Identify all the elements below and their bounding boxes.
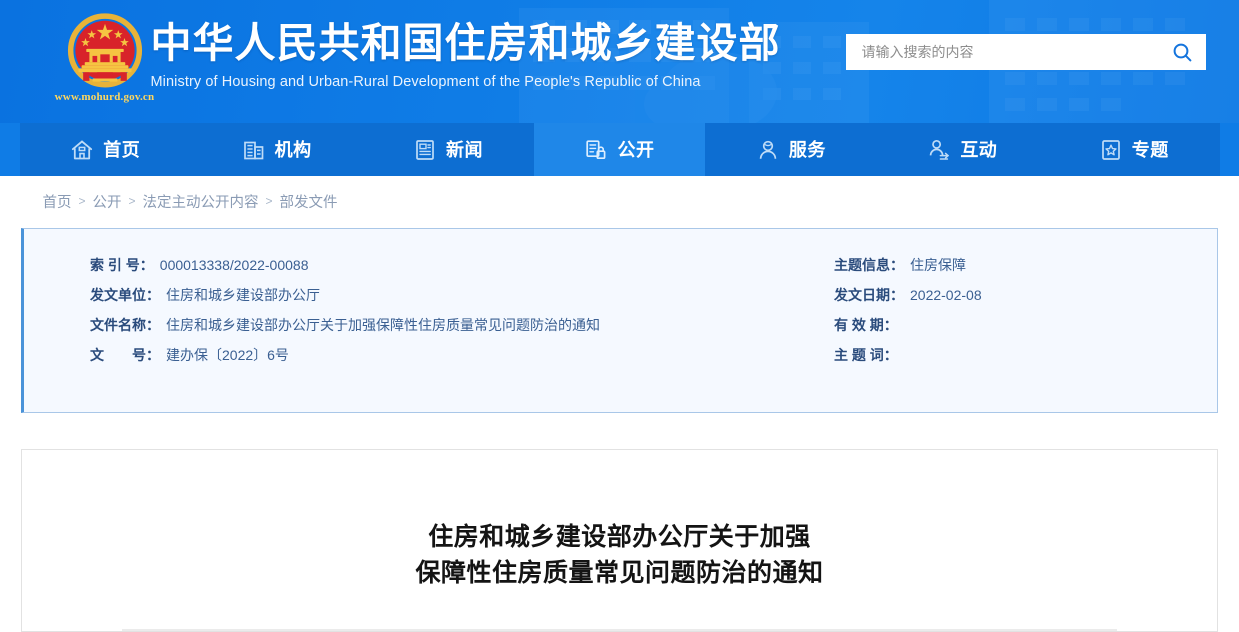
breadcrumb-item-ministry-documents: 部发文件 <box>279 194 338 211</box>
metadata-row-topic-info: 主题信息： 住房保障 <box>834 255 1204 285</box>
nav-label-topics: 专题 <box>1131 139 1169 160</box>
breadcrumb-separator: > <box>265 194 273 208</box>
nav-item-interaction[interactable]: 互动 <box>877 123 1048 176</box>
nav-item-organization[interactable]: 机构 <box>191 123 362 176</box>
metadata-column-right: 主题信息： 住房保障 发文日期： 2022-02-08 有 效 期： 主 题 词… <box>724 255 1204 412</box>
metadata-label-valid-period: 有 效 期： <box>834 317 898 333</box>
newspaper-icon <box>413 138 437 162</box>
site-title-block: 中华人民共和国住房和城乡建设部 Ministry of Housing and … <box>151 18 781 91</box>
metadata-value-issue-date: 2022-02-08 <box>910 287 982 303</box>
metadata-label-file-name: 文件名称： <box>90 317 160 333</box>
nav-label-service: 服务 <box>788 139 826 160</box>
metadata-value-issuing-unit: 住房和城乡建设部办公厅 <box>166 287 320 303</box>
metadata-value-topic-info: 住房保障 <box>910 257 966 273</box>
home-icon <box>70 138 94 162</box>
search-bar[interactable] <box>845 34 1206 70</box>
nav-item-news[interactable]: 新闻 <box>362 123 533 176</box>
metadata-label-document-number: 文 号： <box>90 347 160 363</box>
breadcrumb-item-open[interactable]: 公开 <box>93 191 122 212</box>
breadcrumb-item-home[interactable]: 首页 <box>43 191 72 212</box>
nav-item-open-government[interactable]: 公开 <box>533 123 706 176</box>
breadcrumb: 首页 > 公开 > 法定主动公开内容 > 部发文件 <box>20 176 1220 226</box>
search-button[interactable] <box>1160 34 1206 70</box>
metadata-label-issuing-unit: 发文单位： <box>90 287 160 303</box>
open-document-icon <box>584 138 608 162</box>
nav-item-topics[interactable]: 专题 <box>1048 123 1219 176</box>
main-navigation: 首页 机构 新闻 公开 服务 互动 专题 <box>0 123 1239 176</box>
metadata-value-document-number: 建办保〔2022〕6号 <box>166 347 289 363</box>
breadcrumb-separator: > <box>128 194 136 208</box>
metadata-row-issuing-unit: 发文单位： 住房和城乡建设部办公厅 <box>90 285 724 315</box>
metadata-row-file-name: 文件名称： 住房和城乡建设部办公厅关于加强保障性住房质量常见问题防治的通知 <box>90 315 724 345</box>
breadcrumb-separator: > <box>78 194 86 208</box>
site-title-cn: 中华人民共和国住房和城乡建设部 <box>150 20 781 66</box>
metadata-value-file-name: 住房和城乡建设部办公厅关于加强保障性住房质量常见问题防治的通知 <box>166 317 600 333</box>
national-emblem-icon <box>67 13 142 88</box>
document-content-card: 住房和城乡建设部办公厅关于加强 保障性住房质量常见问题防治的通知 <box>21 449 1218 632</box>
breadcrumb-item-statutory-disclosure[interactable]: 法定主动公开内容 <box>143 191 259 212</box>
document-title-divider <box>122 628 1117 631</box>
document-title-line-2: 保障性住房质量常见问题防治的通知 <box>415 558 824 587</box>
site-url-text: www.mohurd.gov.cn <box>54 91 155 103</box>
nav-label-open-government: 公开 <box>617 139 655 160</box>
document-title-line-1: 住房和城乡建设部办公厅关于加强 <box>428 522 811 551</box>
nav-item-home[interactable]: 首页 <box>20 123 191 176</box>
star-box-icon <box>1099 138 1123 162</box>
emblem-block: www.mohurd.gov.cn <box>54 13 156 113</box>
document-metadata-card: 索 引 号： 000013338/2022-00088 发文单位： 住房和城乡建… <box>21 228 1218 413</box>
user-service-icon <box>756 138 780 162</box>
metadata-row-index-number: 索 引 号： 000013338/2022-00088 <box>90 255 724 285</box>
nav-label-home: 首页 <box>103 139 141 160</box>
search-input[interactable] <box>845 35 1160 69</box>
nav-item-service[interactable]: 服务 <box>705 123 876 176</box>
nav-label-organization: 机构 <box>274 139 312 160</box>
metadata-label-index-number: 索 引 号： <box>90 257 154 273</box>
metadata-row-valid-period: 有 效 期： <box>834 315 1204 345</box>
nav-items-container: 首页 机构 新闻 公开 服务 互动 专题 <box>19 123 1220 176</box>
user-exchange-icon <box>927 138 951 162</box>
nav-label-news: 新闻 <box>446 139 484 160</box>
building-icon <box>242 138 266 162</box>
document-title: 住房和城乡建设部办公厅关于加强 保障性住房质量常见问题防治的通知 <box>122 519 1117 591</box>
metadata-row-document-number: 文 号： 建办保〔2022〕6号 <box>90 345 724 375</box>
metadata-label-keywords: 主 题 词： <box>834 347 898 363</box>
metadata-label-topic-info: 主题信息： <box>834 257 904 273</box>
nav-label-interaction: 互动 <box>960 139 998 160</box>
metadata-row-keywords: 主 题 词： <box>834 345 1204 375</box>
search-icon <box>1173 43 1192 61</box>
metadata-label-issue-date: 发文日期： <box>834 287 904 303</box>
site-header: www.mohurd.gov.cn 中华人民共和国住房和城乡建设部 Minist… <box>0 0 1239 123</box>
metadata-value-index-number: 000013338/2022-00088 <box>159 257 309 273</box>
metadata-column-left: 索 引 号： 000013338/2022-00088 发文单位： 住房和城乡建… <box>24 255 724 412</box>
metadata-row-issue-date: 发文日期： 2022-02-08 <box>834 285 1204 315</box>
site-title-en: Ministry of Housing and Urban-Rural Deve… <box>150 74 701 90</box>
